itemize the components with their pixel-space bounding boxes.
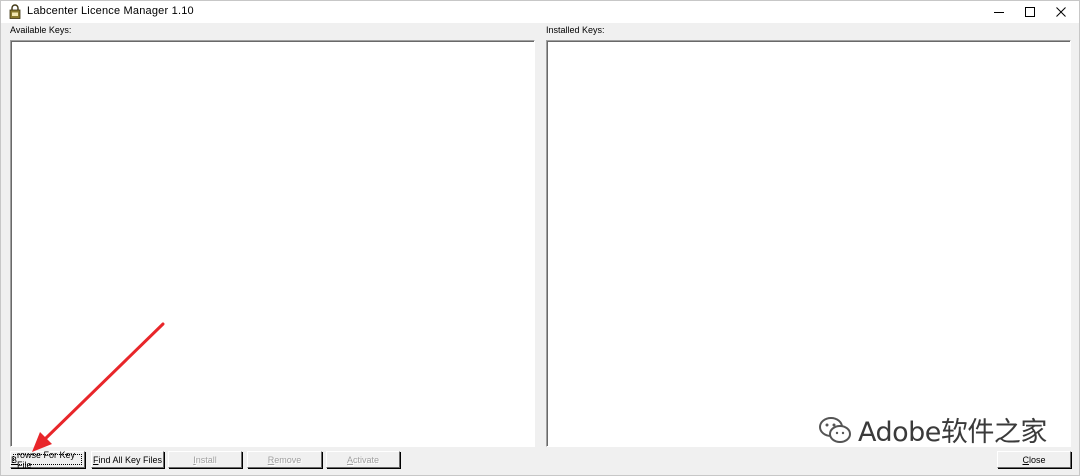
maximize-icon [1025, 7, 1035, 17]
maximize-button[interactable] [1013, 1, 1047, 23]
close-icon [1056, 7, 1066, 17]
available-keys-label: Available Keys: [10, 25, 72, 35]
title-bar[interactable]: Labcenter Licence Manager 1.10 [1, 1, 1079, 23]
padlock-app-icon [9, 4, 21, 19]
install-button-label: nstall [195, 454, 217, 465]
available-keys-list[interactable] [10, 40, 535, 447]
browse-for-key-file-button[interactable]: Browse For Key File [10, 449, 85, 470]
close-window-button[interactable] [1044, 1, 1078, 23]
wechat-icon [819, 416, 851, 443]
licence-manager-window: Labcenter Licence Manager 1.10 Available… [0, 0, 1080, 476]
close-button-label: lose [1028, 454, 1046, 465]
install-button[interactable]: Install [168, 451, 242, 468]
installed-keys-list[interactable] [546, 40, 1071, 447]
window-title: Labcenter Licence Manager 1.10 [27, 5, 194, 17]
watermark: Adobe软件之家 [818, 410, 1047, 449]
installed-keys-label: Installed Keys: [546, 25, 605, 35]
activate-button[interactable]: Activate [326, 451, 400, 468]
find-button-label: ind All Key Files [98, 454, 163, 465]
minimize-button[interactable] [982, 1, 1016, 23]
watermark-text: Adobe软件之家 [858, 417, 1047, 448]
close-button[interactable]: Close [997, 451, 1071, 468]
remove-button-label: emove [274, 454, 302, 465]
find-all-key-files-button[interactable]: Find All Key Files [91, 451, 164, 468]
browse-button-label: rowse For Key File [17, 449, 76, 470]
remove-button[interactable]: Remove [247, 451, 322, 468]
minimize-icon [994, 12, 1004, 13]
activate-button-label: ctivate [353, 454, 380, 465]
